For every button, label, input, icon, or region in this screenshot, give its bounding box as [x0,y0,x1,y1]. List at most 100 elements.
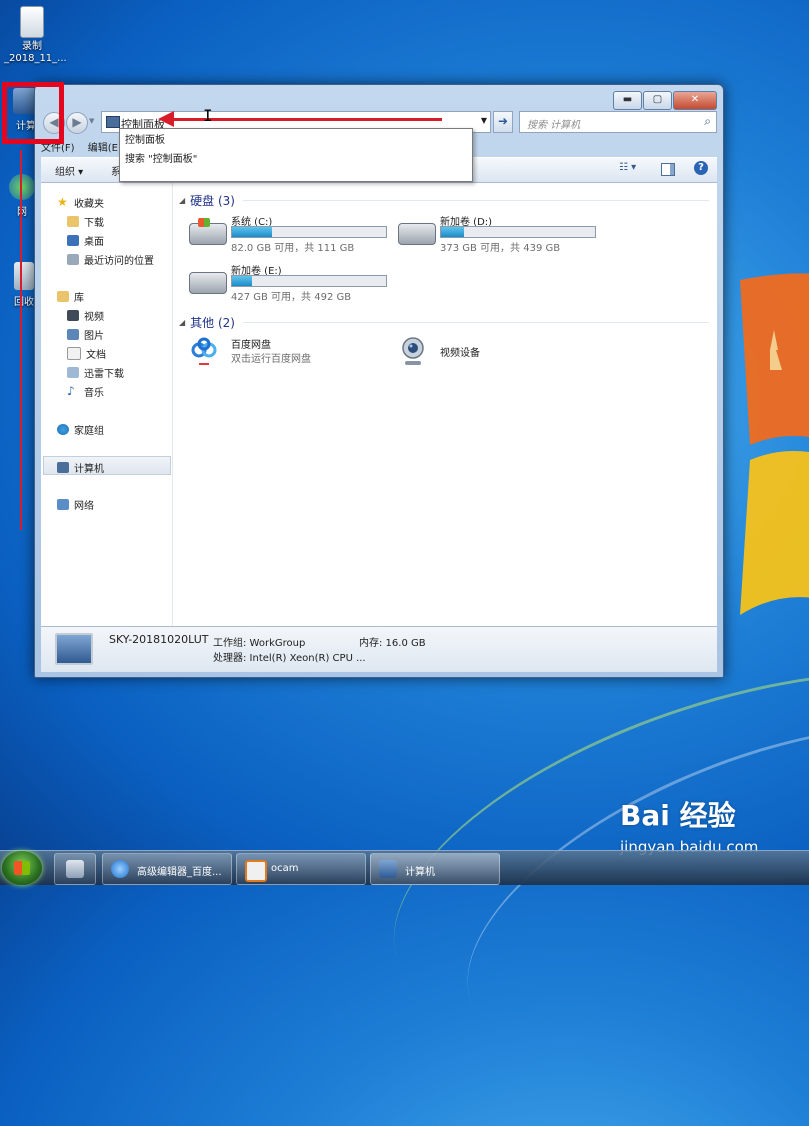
system-drive-icon [189,218,227,245]
search-input[interactable]: 搜索 计算机 [527,116,580,131]
nav-pictures[interactable]: 图片 [67,327,104,342]
start-button[interactable] [2,851,42,885]
webcam-icon [402,337,424,365]
drive-e[interactable]: 新加卷 (E:) 427 GB 可用，共 492 GB [189,262,389,304]
nav-documents[interactable]: 文档 [67,346,106,361]
recycle-bin-icon [14,262,34,290]
hard-drive-icon [398,223,436,245]
nav-label: 视频 [84,312,104,323]
file-list: ◢ 硬盘 (3) 系统 (C:) 82.0 GB 可用，共 111 GB 新加卷… [173,183,717,627]
annotation-arrow-head [158,111,174,127]
nav-label: 收藏夹 [74,199,104,210]
drive-usage-bar [440,226,596,238]
nav-network[interactable]: 网络 [57,497,94,512]
desktop-icon-label: 录制 _2018_11_... [4,41,67,64]
nav-label: 库 [74,293,84,304]
drive-space-info: 427 GB 可用，共 492 GB [231,292,352,303]
drive-c[interactable]: 系统 (C:) 82.0 GB 可用，共 111 GB [189,213,389,255]
nav-label: 迅雷下载 [84,369,124,380]
address-autocomplete: 控制面板 搜索 "控制面板" [119,128,473,182]
nav-libraries[interactable]: 库 [57,289,84,304]
nav-recent-places[interactable]: 最近访问的位置 [67,252,154,267]
nav-music[interactable]: ♪ 音乐 [67,384,104,399]
taskbar-pinned-app[interactable] [54,853,96,885]
window-controls: ▬ ▢ ✕ [612,91,717,110]
memory-info: 内存: 16.0 GB [359,638,426,649]
computer-icon [55,633,93,665]
nav-label: 文档 [86,350,106,361]
group-header-other[interactable]: ◢ 其他 (2) [179,314,235,331]
workgroup-info: 工作组: WorkGroup [213,638,306,649]
address-dropdown-chevron-icon[interactable]: ▼ [478,111,490,131]
item-video-device[interactable]: 视频设备 [398,334,598,374]
group-title: 其他 (2) [190,316,235,330]
search-icon[interactable]: ⌕ [704,114,711,129]
computer-icon [57,462,69,473]
annotation-line [20,150,22,530]
nav-favorites[interactable]: ★ 收藏夹 [57,195,104,210]
item-description: 双击运行百度网盘 [231,354,311,365]
nav-computer[interactable]: 计算机 [57,460,104,475]
group-header-drives[interactable]: ◢ 硬盘 (3) [179,192,235,209]
nav-downloads[interactable]: 下载 [67,214,104,229]
autocomplete-item[interactable]: 搜索 "控制面板" [120,148,472,167]
watermark-brand: Bai 经验 [620,799,736,832]
explorer-content: ★ 收藏夹 下载 桌面 最近访问的位置 库 视频 图片 文档 迅雷下载 ♪ 音乐… [41,182,717,627]
item-name: 视频设备 [440,348,480,359]
group-divider [243,322,709,323]
navigation-pane: ★ 收藏夹 下载 桌面 最近访问的位置 库 视频 图片 文档 迅雷下载 ♪ 音乐… [41,183,173,627]
help-icon[interactable]: ? [694,161,708,175]
drive-space-info: 373 GB 可用，共 439 GB [440,243,561,254]
search-box[interactable]: 搜索 计算机 ⌕ [519,111,717,133]
nav-videos[interactable]: 视频 [67,308,104,323]
taskbar-item-ocam[interactable]: ocam [236,853,366,885]
star-icon: ★ [57,195,68,209]
menu-file[interactable]: 文件(F) [41,143,75,154]
group-divider [243,200,709,201]
autocomplete-item[interactable]: 控制面板 [120,129,472,148]
drive-usage-bar [231,275,387,287]
desktop-icon-recording[interactable]: 录制 _2018_11_... [4,6,67,65]
computer-icon [106,116,120,128]
annotation-highlight-box [2,82,64,144]
pictures-icon [67,329,79,340]
nav-label: 计算机 [74,464,104,475]
calculator-icon [66,860,84,878]
close-button[interactable]: ✕ [673,91,717,110]
forward-button[interactable]: ▶ [66,112,88,134]
maximize-button[interactable]: ▢ [643,91,672,110]
organize-button[interactable]: 组织 ▾ [55,163,83,178]
taskbar-label: 计算机 [405,867,435,878]
nav-thunder-downloads[interactable]: 迅雷下载 [67,365,124,380]
desktop-icon [67,235,79,246]
taskbar-item-browser[interactable]: 高级编辑器_百度... [102,853,232,885]
details-pane: SKY-20181020LUT 工作组: WorkGroup 内存: 16.0 … [41,626,717,672]
library-icon [57,291,69,302]
baidu-jingyan-watermark: Bai 经验 jingyan.baidu.com [620,794,758,856]
music-note-icon: ♪ [67,384,75,398]
drive-usage-fill [441,227,465,237]
recent-places-icon [67,254,79,265]
minimize-button[interactable]: ▬ [613,91,642,110]
downloads-folder-icon [67,367,79,378]
recent-pages-chevron-icon[interactable]: ▼ [89,117,94,125]
network-icon [9,174,35,200]
nav-homegroup[interactable]: 家庭组 [57,422,104,437]
video-icon [67,310,79,321]
drive-usage-bar [231,226,387,238]
preview-pane-icon[interactable] [661,163,675,176]
nav-label: 网络 [74,501,94,512]
nav-desktop[interactable]: 桌面 [67,233,104,248]
menu-edit[interactable]: 编辑(E) [88,143,122,154]
go-button[interactable]: ➜ [493,111,513,133]
item-name: 百度网盘 [231,340,271,351]
drive-d[interactable]: 新加卷 (D:) 373 GB 可用，共 439 GB [398,213,598,255]
drive-space-info: 82.0 GB 可用，共 111 GB [231,243,355,254]
taskbar: 高级编辑器_百度... ocam 计算机 [0,850,809,885]
taskbar-item-computer[interactable]: 计算机 [370,853,500,885]
item-baidu-netdisk[interactable]: 百度网盘 双击运行百度网盘 [189,334,389,374]
taskbar-label: ocam [271,863,299,874]
network-icon [57,499,69,510]
collapse-triangle-icon: ◢ [179,196,186,205]
change-view-icon[interactable]: ☷ ▾ [619,162,647,176]
